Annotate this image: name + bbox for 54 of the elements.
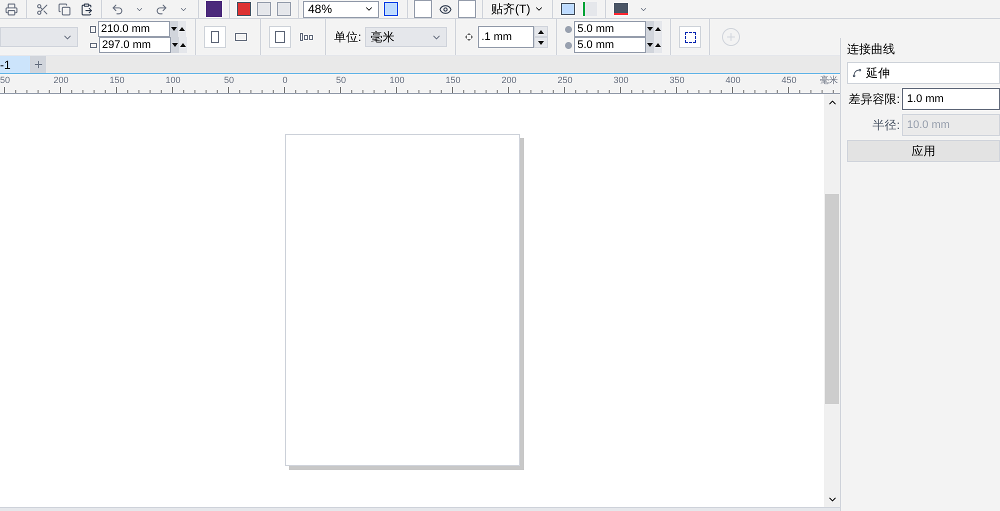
nudge-field[interactable]: .1 mm — [478, 26, 534, 48]
scrollbar-thumb[interactable] — [825, 194, 839, 404]
ruler-label: 50 — [0, 74, 11, 87]
apply-button[interactable]: 应用 — [847, 140, 1000, 162]
docker-title: 连接曲线 — [847, 41, 896, 58]
add-tab-icon[interactable] — [30, 56, 46, 73]
mode-dropdown[interactable]: 延伸 — [847, 62, 1000, 84]
zoom-dropdown[interactable]: 48% — [303, 0, 379, 18]
ruler-label: 150 — [108, 74, 126, 87]
ruler-label: 50 — [222, 74, 235, 87]
width-icon — [90, 26, 96, 32]
units-dropdown[interactable]: 毫米 — [365, 27, 448, 47]
ruler-label: 200 — [500, 74, 518, 87]
height-field[interactable]: 297.0 mm — [99, 37, 171, 53]
spin-up-icon[interactable] — [534, 26, 548, 37]
spin-up-icon[interactable] — [654, 21, 662, 37]
spin-up-icon[interactable] — [654, 37, 662, 53]
ruler-label: 300 — [612, 74, 630, 87]
duplicate-x-field[interactable]: 5.0 mm — [574, 21, 646, 37]
all-pages-icon[interactable] — [269, 26, 291, 48]
document-tab[interactable]: -1 — [0, 56, 30, 73]
duplicate-y-field[interactable]: 5.0 mm — [574, 37, 646, 53]
ruler-label: 200 — [52, 74, 70, 87]
spin-down-icon[interactable] — [171, 37, 179, 53]
ruler-unit-label: 毫米 — [820, 74, 838, 87]
zoom-value: 48% — [308, 1, 332, 18]
value-field[interactable]: 1.0 mm — [902, 88, 1000, 110]
curve-icon — [852, 68, 862, 78]
height-icon — [90, 42, 97, 48]
units-label: 单位: — [334, 29, 362, 46]
ruler-label: 350 — [668, 74, 686, 87]
nudge-icon — [464, 33, 474, 41]
spin-up-icon[interactable] — [178, 21, 186, 37]
units-value: 毫米 — [370, 29, 394, 46]
ruler-label: 150 — [444, 74, 462, 87]
spin-down-icon[interactable] — [534, 37, 548, 48]
snap-menu[interactable]: 贴齐(T) — [487, 0, 548, 18]
ruler-label: 400 — [724, 74, 742, 87]
spin-down-icon[interactable] — [646, 21, 654, 37]
spin-down-icon[interactable] — [646, 37, 654, 53]
ruler-label: 50 — [334, 74, 347, 87]
portrait-icon[interactable] — [204, 26, 226, 48]
ruler-label: 100 — [388, 74, 406, 87]
width-field[interactable]: 210.0 mm — [98, 21, 170, 37]
ruler-label: 250 — [556, 74, 574, 87]
ruler-label: 0 — [281, 74, 288, 87]
ruler-label: 100 — [164, 74, 182, 87]
spin-down-icon[interactable] — [170, 21, 178, 37]
ruler-label: 450 — [780, 74, 798, 87]
field-label: 半径: — [872, 117, 900, 134]
mode-value: 延伸 — [866, 65, 890, 82]
select-frame-icon[interactable] — [679, 26, 702, 48]
field-label: 差异容限: — [848, 91, 900, 108]
spin-up-icon[interactable] — [179, 37, 187, 53]
